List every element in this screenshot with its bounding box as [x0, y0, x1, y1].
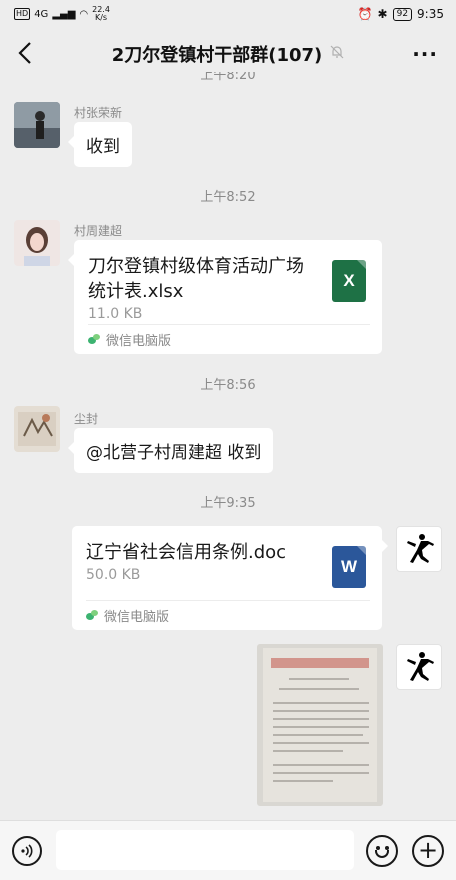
avatar[interactable]	[14, 220, 60, 266]
voice-icon[interactable]	[12, 836, 42, 866]
timestamp: 上午9:35	[200, 496, 256, 511]
file-name: 辽宁省社会信用条例.doc	[86, 542, 287, 563]
file-message-card[interactable]: 刀尔登镇村级体育活动广场统计表.xlsx 11.0 KB X 微信电脑版	[68, 240, 382, 354]
chat-title[interactable]: 2刀尔登镇村干部群(107)	[112, 41, 323, 67]
more-dots-icon[interactable]: ···	[412, 42, 438, 66]
word-file-icon: W	[332, 546, 366, 588]
doc-line	[273, 702, 369, 704]
status-bar: HD 4G ▂▄▆ ◠ 22.4 K/s ⏰ ✱ 92 9:35	[0, 0, 456, 28]
signal-indicator: 4G	[34, 8, 49, 20]
timestamp: 上午8:20	[200, 72, 256, 83]
message-input[interactable]	[56, 830, 354, 870]
doc-line	[273, 780, 333, 782]
file-message-card[interactable]: 辽宁省社会信用条例.doc 50.0 KB W 微信电脑版	[72, 526, 388, 630]
wechat-pc-icon	[88, 333, 100, 346]
chat-area[interactable]: 上午8:20 村张荣新 收到 上午8:52 村周建超 刀尔登镇村级体育活动广场统…	[0, 72, 456, 820]
doc-line	[273, 718, 369, 720]
file-size: 11.0 KB	[88, 306, 143, 322]
network-speed: 22.4 K/s	[92, 6, 110, 22]
avatar[interactable]	[396, 526, 442, 572]
excel-file-icon: X	[332, 260, 366, 302]
plus-icon[interactable]: +	[412, 835, 444, 867]
file-source-footer: 微信电脑版	[88, 324, 370, 354]
timestamp: 上午8:52	[200, 190, 256, 205]
doc-line	[273, 726, 369, 728]
doc-line	[289, 678, 349, 680]
message-bubble[interactable]: @北营子村周建超 收到	[67, 428, 274, 473]
alarm-icon: ⏰	[357, 7, 373, 21]
avatar[interactable]	[14, 406, 60, 452]
doc-line	[279, 688, 359, 690]
bell-muted-icon	[330, 45, 344, 63]
hd-badge: HD	[14, 8, 31, 20]
file-size: 50.0 KB	[86, 567, 141, 583]
avatar[interactable]	[14, 102, 60, 148]
battery-indicator: 92	[392, 7, 413, 21]
speed-unit: K/s	[94, 13, 108, 22]
doc-title-line	[271, 658, 369, 668]
wechat-pc-icon	[86, 609, 98, 622]
timestamp: 上午8:56	[200, 378, 256, 393]
file-source-footer: 微信电脑版	[86, 600, 370, 630]
sender-name: 村张荣新	[74, 106, 123, 120]
bluetooth-icon: ✱	[377, 7, 388, 21]
document-photo[interactable]	[257, 644, 383, 806]
clock: 9:35	[417, 7, 444, 21]
back-arrow-icon[interactable]	[14, 40, 42, 68]
status-left: HD 4G ▂▄▆ ◠ 22.4 K/s	[14, 6, 110, 22]
message-text: @北营子村周建超 收到	[86, 443, 262, 463]
doc-line	[273, 742, 369, 744]
file-source: 微信电脑版	[106, 334, 172, 349]
input-bar: +	[0, 820, 456, 880]
emoji-mouth	[375, 850, 389, 858]
jumpman-logo-icon	[407, 534, 434, 563]
message-bubble[interactable]: 收到	[68, 122, 132, 167]
file-name: 刀尔登镇村级体育活动广场统计表.xlsx	[88, 256, 304, 302]
doc-line	[273, 734, 363, 736]
doc-line	[273, 764, 369, 766]
file-source: 微信电脑版	[104, 610, 170, 625]
sender-name: 村周建超	[74, 224, 123, 238]
message-text: 收到	[86, 137, 120, 157]
doc-line	[273, 710, 369, 712]
sender-name: 尘封	[74, 412, 99, 426]
photo-document-sheet	[263, 648, 377, 802]
jumpman-logo-icon	[407, 652, 434, 681]
signal-bars-icon: ▂▄▆	[52, 8, 76, 20]
doc-line	[273, 772, 369, 774]
emoji-icon[interactable]	[366, 835, 398, 867]
status-right: ⏰ ✱ 92 9:35	[358, 7, 444, 21]
wifi-icon: ◠	[79, 8, 89, 20]
doc-line	[273, 750, 343, 752]
avatar[interactable]	[396, 644, 442, 690]
